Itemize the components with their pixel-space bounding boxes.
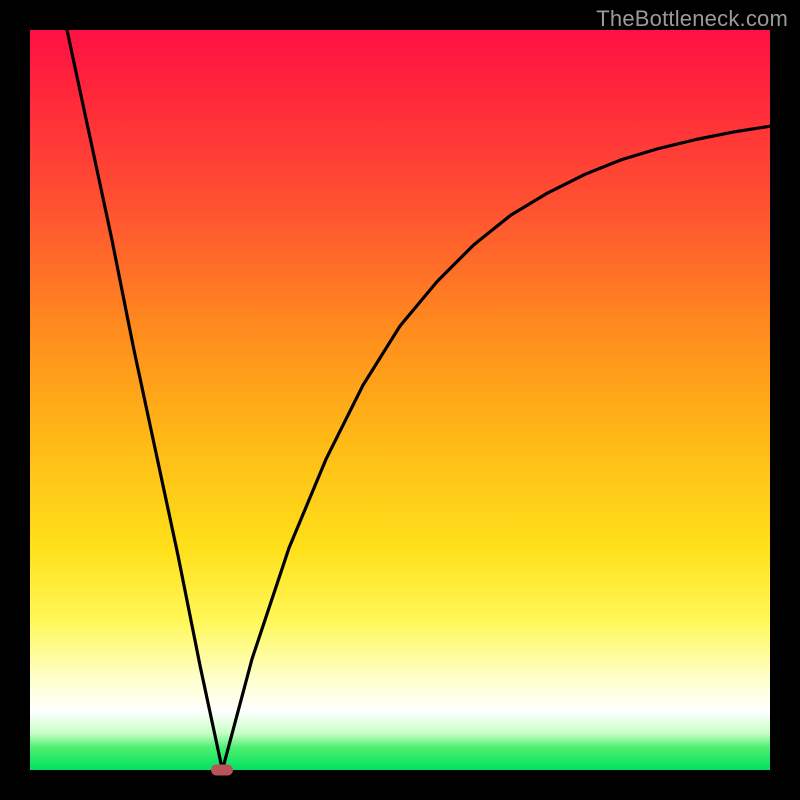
bottleneck-curve	[30, 30, 770, 770]
curve-path	[67, 30, 770, 770]
plot-area	[30, 30, 770, 770]
watermark-text: TheBottleneck.com	[596, 6, 788, 32]
chart-frame: TheBottleneck.com	[0, 0, 800, 800]
minimum-marker	[211, 765, 233, 776]
